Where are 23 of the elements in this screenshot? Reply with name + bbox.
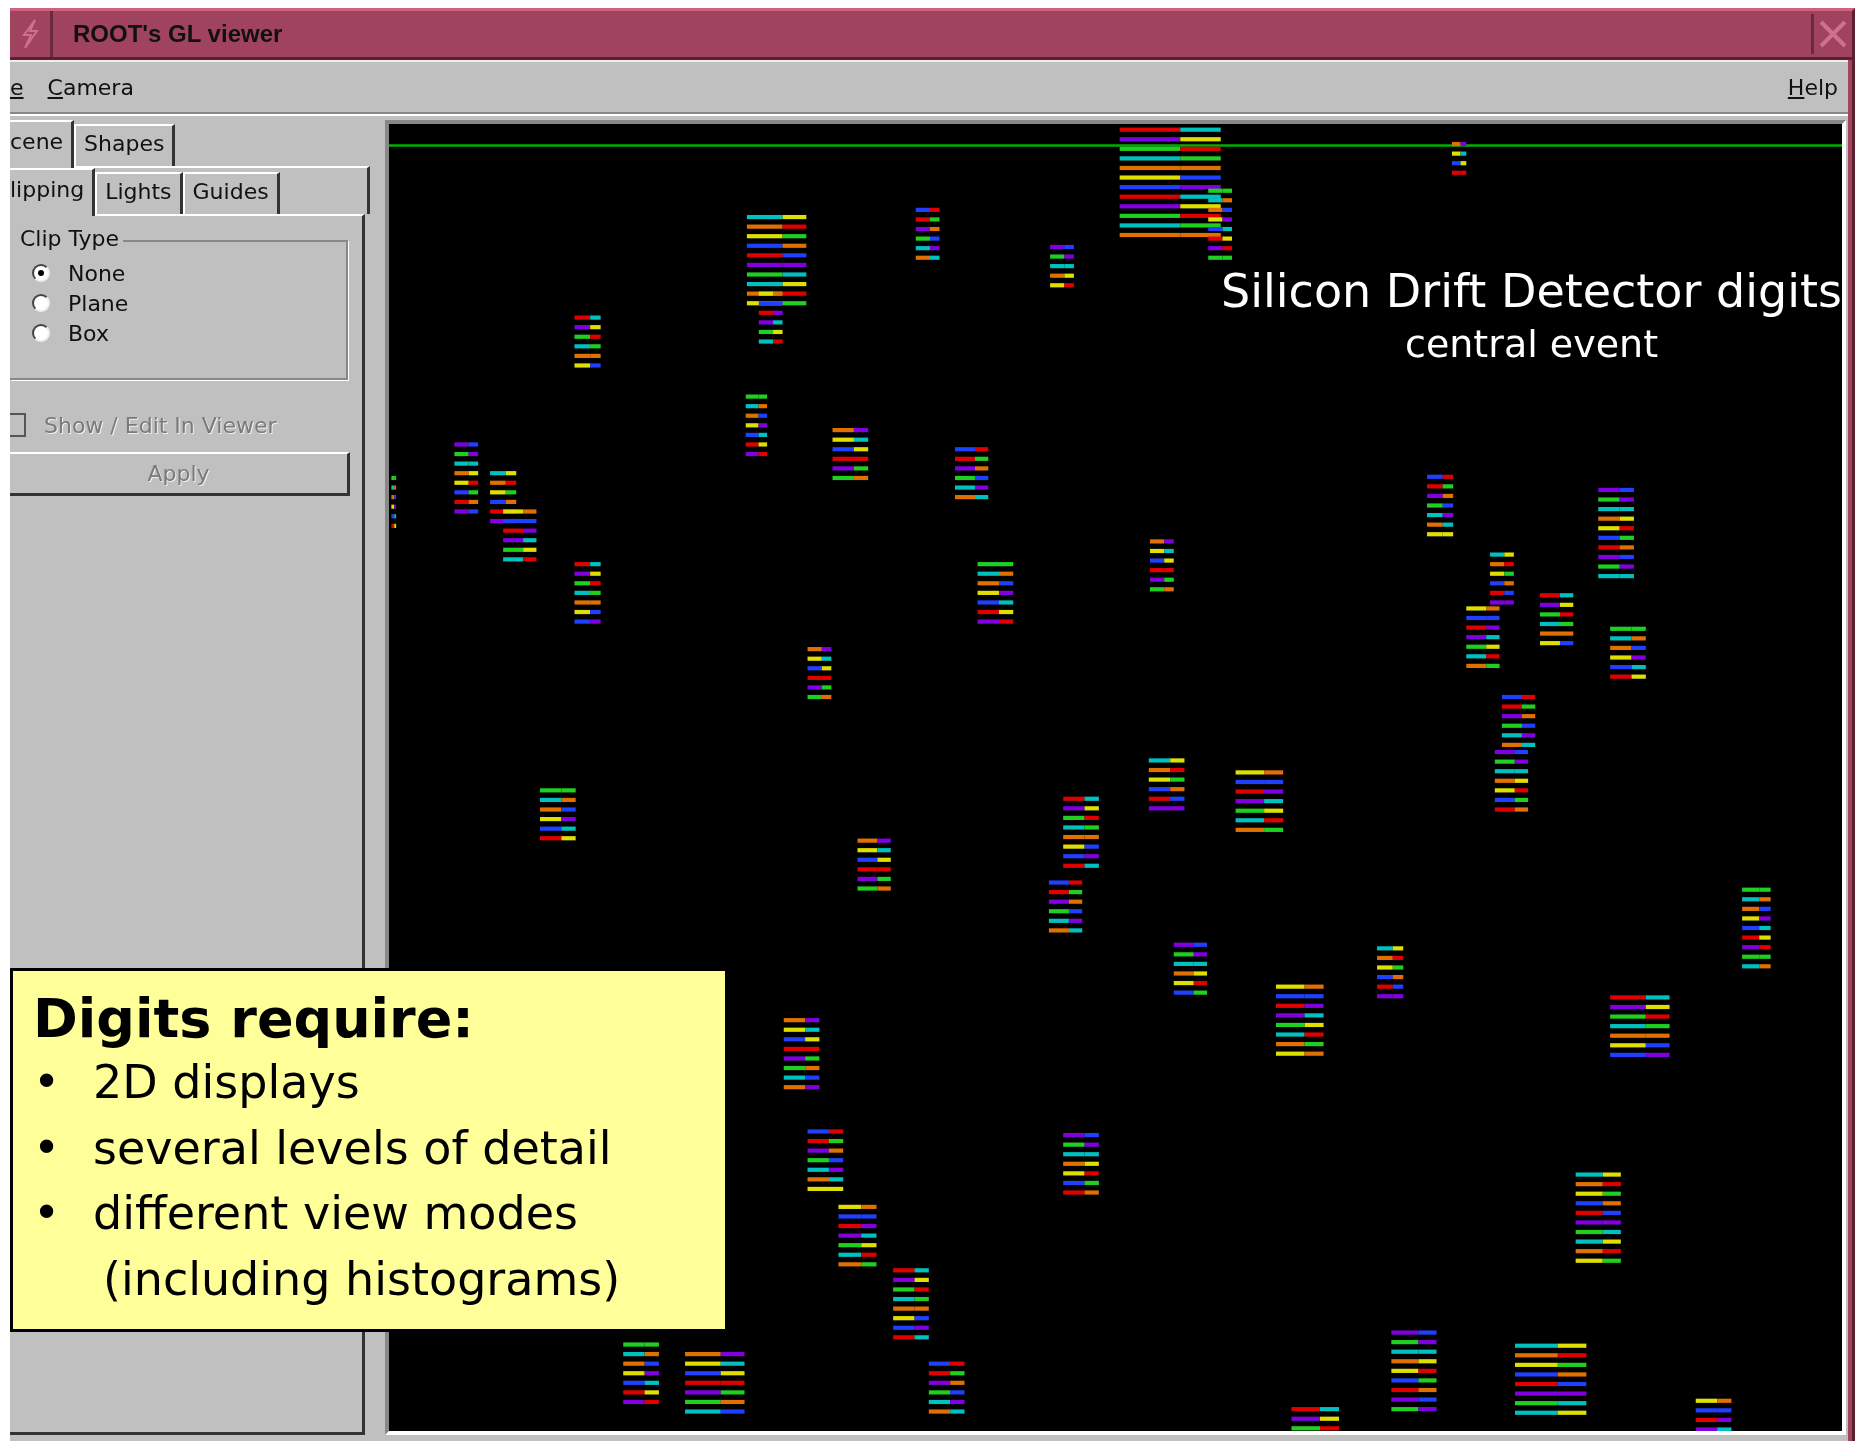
- bullet-text: 2D displays: [93, 1055, 360, 1109]
- tab[interactable]: Guides: [182, 172, 280, 214]
- menu-item[interactable]: Help: [1787, 74, 1838, 100]
- radio-label: Box: [68, 320, 109, 346]
- menu-item[interactable]: e: [10, 74, 24, 100]
- viewer-subtitle: central event: [1405, 322, 1659, 366]
- bullet: •: [33, 1120, 62, 1175]
- window-title: ROOT's GL viewer: [73, 20, 284, 48]
- radio-button[interactable]: [32, 294, 50, 312]
- radio-button[interactable]: [32, 264, 50, 282]
- checkbox-label: Show / Edit In Viewer: [44, 412, 277, 438]
- lightning-icon: [19, 19, 41, 49]
- radio-button[interactable]: [32, 324, 50, 342]
- bullet: •: [33, 1055, 62, 1109]
- viewer-title: Silicon Drift Detector digits: [1221, 264, 1842, 318]
- tab[interactable]: Lights: [95, 172, 183, 214]
- tab[interactable]: cene: [10, 120, 75, 168]
- tab[interactable]: Shapes: [74, 124, 176, 166]
- radio-label: None: [68, 260, 126, 286]
- bullet: •: [33, 1186, 62, 1240]
- menu-item[interactable]: Camera: [47, 74, 134, 100]
- tab[interactable]: lipping: [10, 168, 96, 216]
- radio-label: Plane: [68, 290, 129, 316]
